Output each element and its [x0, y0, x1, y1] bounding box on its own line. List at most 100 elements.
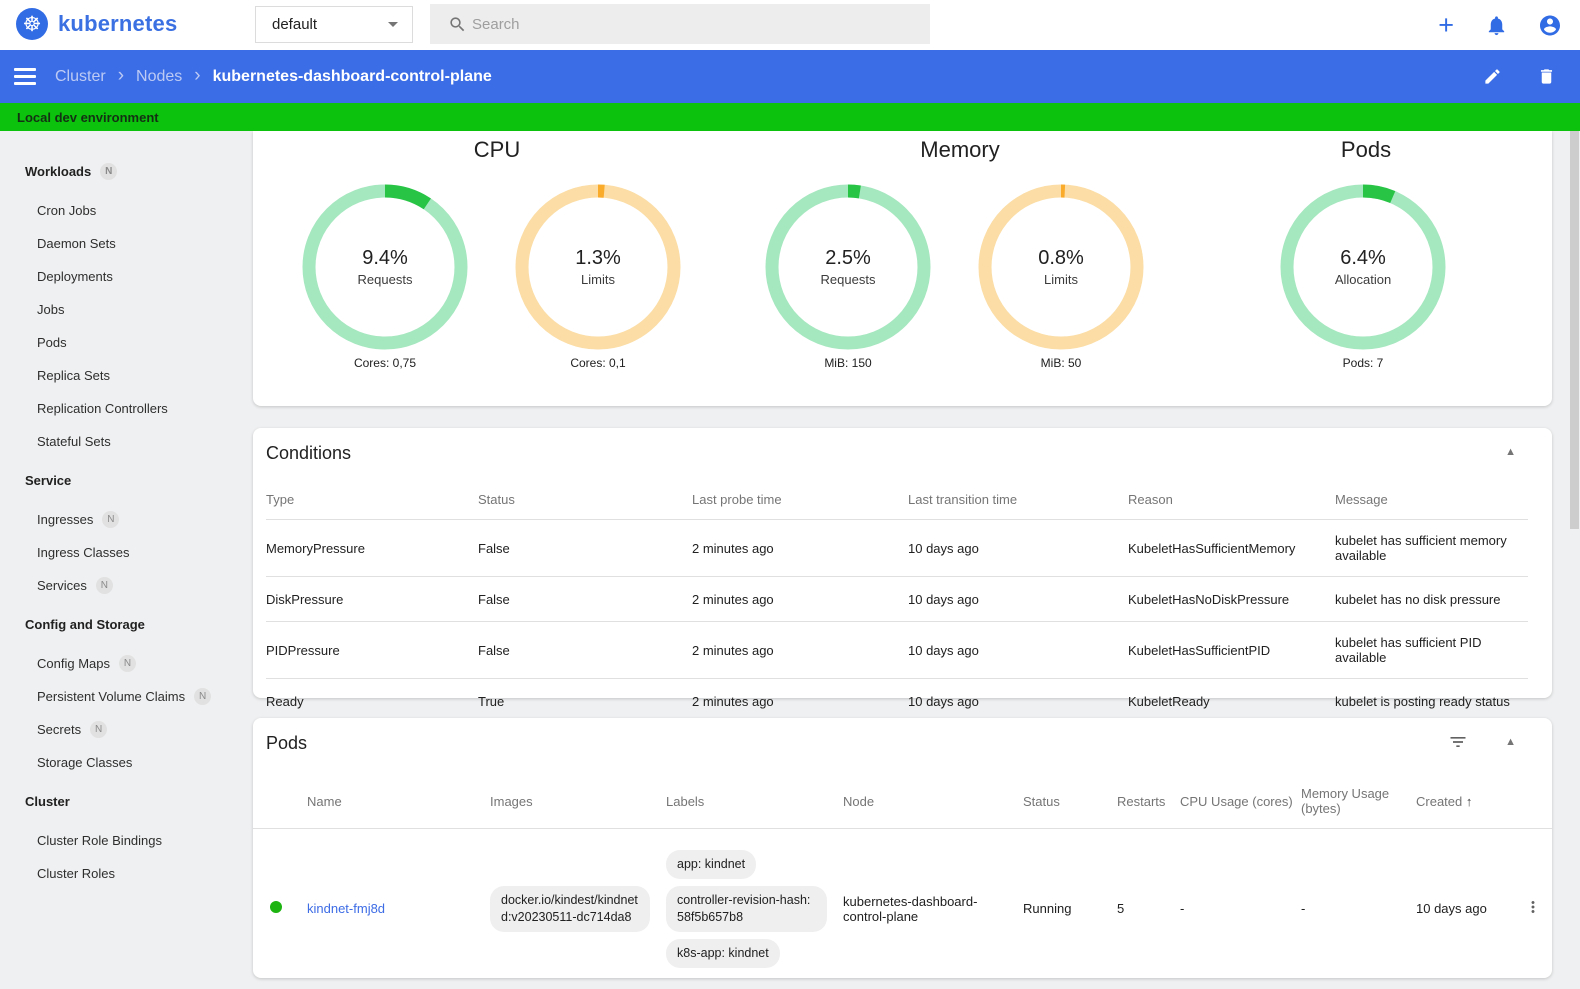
edit-pencil-icon[interactable] [1480, 65, 1504, 89]
collapse-arrow-icon[interactable]: ▲ [1505, 736, 1516, 748]
row-actions-kebab-icon[interactable] [1524, 898, 1542, 919]
sidebar-item-cluster-role-bindings[interactable]: Cluster Role Bindings [0, 824, 253, 857]
conditions-title: Conditions [266, 443, 351, 464]
create-resource-button[interactable]: + [1438, 12, 1454, 39]
sidebar-section-cluster[interactable]: Cluster [0, 785, 253, 818]
sidebar-item-deployments[interactable]: Deployments [0, 260, 253, 293]
collapse-arrow-icon[interactable]: ▲ [1505, 446, 1516, 458]
condition-probe-time: 2 minutes ago [692, 577, 908, 622]
cpu-limits-percent: 1.3% [575, 247, 621, 270]
memory-requests-label: Requests [821, 272, 876, 287]
pod-row: kindnet-fmj8d docker.io/kindest/kindnetd… [253, 829, 1552, 989]
namespace-selector[interactable]: default [255, 6, 413, 43]
pod-node: kubernetes-dashboard-control-plane [843, 829, 1023, 989]
sidebar-item-daemon-sets[interactable]: Daemon Sets [0, 227, 253, 260]
pods-allocation-percent: 6.4% [1340, 247, 1386, 270]
new-badge: N [96, 577, 113, 594]
sidebar-item-stateful-sets[interactable]: Stateful Sets [0, 425, 253, 458]
sidebar-item-persistent-volume-claims[interactable]: Persistent Volume Claims N [0, 680, 253, 713]
vertical-scrollbar[interactable] [1570, 131, 1579, 529]
kubernetes-wordmark: kubernetes [58, 11, 177, 37]
sidebar-section-service[interactable]: Service [0, 464, 253, 497]
pod-cpu-usage: - [1180, 829, 1301, 989]
environment-banner-text: Local dev environment [17, 110, 159, 125]
app-header: ☸ kubernetes default + [0, 0, 1580, 50]
column-header-name: Name [307, 776, 490, 829]
breadcrumb-bar: Cluster › Nodes › kubernetes-dashboard-c… [0, 50, 1580, 103]
chevron-down-icon [388, 22, 398, 27]
column-header-last-transition-time: Last transition time [908, 480, 1128, 520]
sidebar-item-replication-controllers[interactable]: Replication Controllers [0, 392, 253, 425]
condition-message: kubelet has no disk pressure [1335, 577, 1528, 622]
menu-hamburger-icon[interactable] [14, 68, 36, 85]
pod-label-chip: app: kindnet [666, 850, 756, 879]
sidebar-item-storage-classes[interactable]: Storage Classes [0, 746, 253, 779]
new-badge: N [194, 688, 211, 705]
sidebar-section-workloads[interactable]: Workloads N [0, 155, 253, 188]
conditions-card: Conditions ▲ Type Status Last probe time… [253, 428, 1552, 698]
cpu-requests-percent: 9.4% [362, 247, 408, 270]
filter-icon[interactable] [1448, 732, 1468, 757]
table-row: DiskPressure False 2 minutes ago 10 days… [266, 577, 1528, 622]
cpu-limits-donut: 1.3% Limits Cores: 0,1 [515, 184, 681, 370]
environment-banner: Local dev environment [0, 103, 1580, 131]
namespace-value: default [272, 16, 388, 33]
user-account-icon[interactable] [1538, 13, 1562, 37]
sidebar-item-jobs[interactable]: Jobs [0, 293, 253, 326]
breadcrumb: Cluster › Nodes › kubernetes-dashboard-c… [55, 50, 492, 103]
column-header-reason: Reason [1128, 480, 1335, 520]
condition-reason: KubeletHasSufficientMemory [1128, 520, 1335, 577]
table-row: MemoryPressure False 2 minutes ago 10 da… [266, 520, 1528, 577]
pods-title: Pods [266, 733, 307, 754]
sidebar-item-cron-jobs[interactable]: Cron Jobs [0, 194, 253, 227]
new-badge: N [102, 511, 119, 528]
pods-header-row: Name Images Labels Node Status Restarts … [253, 776, 1552, 829]
pod-name-link[interactable]: kindnet-fmj8d [307, 901, 385, 916]
breadcrumb-cluster[interactable]: Cluster [55, 68, 106, 86]
pod-status-ok-icon [270, 901, 282, 913]
table-row: Ready True 2 minutes ago 10 days ago Kub… [266, 679, 1528, 724]
pods-allocation-label: Allocation [1335, 272, 1391, 287]
sort-arrow-icon: ↑ [1466, 794, 1473, 809]
condition-probe-time: 2 minutes ago [692, 520, 908, 577]
table-row: PIDPressure False 2 minutes ago 10 days … [266, 622, 1528, 679]
condition-type: MemoryPressure [266, 520, 478, 577]
sidebar-item-services[interactable]: Services N [0, 569, 253, 602]
kubernetes-logo[interactable]: ☸ kubernetes [16, 8, 177, 40]
sidebar-nav: Workloads N Cron Jobs Daemon Sets Deploy… [0, 131, 253, 912]
column-header-created[interactable]: Created ↑ [1416, 776, 1524, 829]
page-title: kubernetes-dashboard-control-plane [213, 68, 492, 86]
pods-allocation-donut: 6.4% Allocation Pods: 7 [1280, 184, 1446, 370]
notifications-bell-icon[interactable] [1484, 13, 1508, 37]
search-bar[interactable] [430, 4, 930, 44]
sidebar-item-replica-sets[interactable]: Replica Sets [0, 359, 253, 392]
pods-card: Pods ▲ Name Images Labels Node Status Re… [253, 718, 1552, 978]
sidebar-item-ingress-classes[interactable]: Ingress Classes [0, 536, 253, 569]
sidebar-section-config-storage[interactable]: Config and Storage [0, 608, 253, 641]
sidebar-item-cluster-roles[interactable]: Cluster Roles [0, 857, 253, 890]
condition-transition-time: 10 days ago [908, 679, 1128, 724]
cpu-requests-label: Requests [358, 272, 413, 287]
pod-memory-usage: - [1301, 829, 1416, 989]
condition-reason: KubeletHasSufficientPID [1128, 622, 1335, 679]
condition-status: False [478, 622, 692, 679]
search-input[interactable] [472, 16, 852, 33]
column-header-images: Images [490, 776, 666, 829]
pods-table: Name Images Labels Node Status Restarts … [253, 776, 1552, 989]
sidebar-item-pods[interactable]: Pods [0, 326, 253, 359]
breadcrumb-nodes[interactable]: Nodes [136, 68, 182, 86]
sidebar-item-secrets[interactable]: Secrets N [0, 713, 253, 746]
delete-trash-icon[interactable] [1534, 65, 1558, 89]
new-badge: N [100, 163, 117, 180]
condition-probe-time: 2 minutes ago [692, 622, 908, 679]
column-header-memory-usage: Memory Usage (bytes) [1301, 776, 1416, 829]
condition-transition-time: 10 days ago [908, 622, 1128, 679]
pod-label-chip: controller-revision-hash: 58f5b657b8 [666, 886, 827, 932]
sidebar-item-ingresses[interactable]: Ingresses N [0, 503, 253, 536]
sidebar-item-config-maps[interactable]: Config Maps N [0, 647, 253, 680]
condition-probe-time: 2 minutes ago [692, 679, 908, 724]
cpu-requests-caption: Cores: 0,75 [302, 356, 468, 370]
new-badge: N [119, 655, 136, 672]
memory-requests-percent: 2.5% [825, 247, 871, 270]
allocation-overview-card: CPU Memory Pods 9.4% Requests Cores: 0,7… [253, 131, 1552, 406]
